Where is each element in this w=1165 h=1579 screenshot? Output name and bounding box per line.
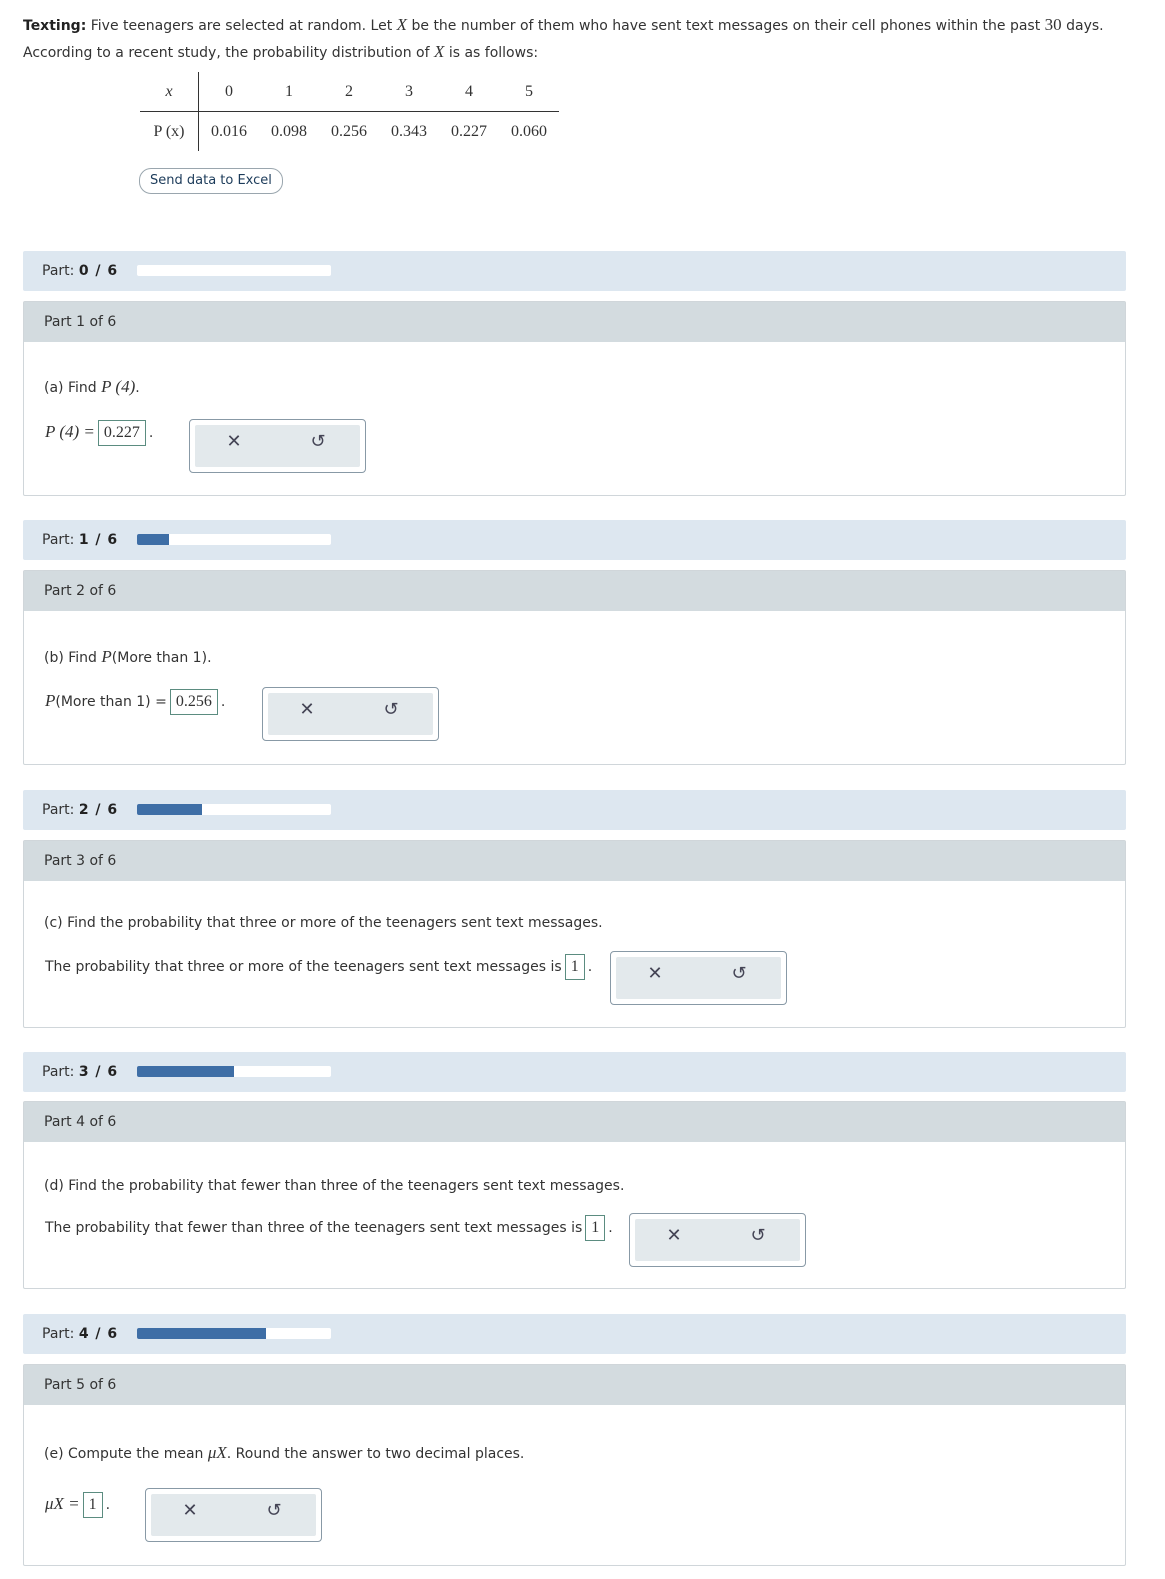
progress-fill xyxy=(137,1328,267,1339)
probability-distribution-table: x 0 1 2 3 4 5 P (x) 0.016 0.098 0.256 0.… xyxy=(140,72,559,151)
progress-value: 4 / 6 xyxy=(78,1326,119,1342)
table-row: P (x) 0.016 0.098 0.256 0.343 0.227 0.06… xyxy=(140,112,559,151)
question-c: (c) Find the probability that three or m… xyxy=(44,915,603,931)
answer-line-d: The probability that fewer than three of… xyxy=(45,1215,613,1241)
progress-value: 1 / 6 xyxy=(78,532,119,548)
progress-fill xyxy=(137,1066,234,1077)
progress-bar: Part: 3 / 6 xyxy=(23,1052,1126,1092)
close-icon[interactable]: ✕ xyxy=(647,965,663,983)
question-a: (a) Find P (4). xyxy=(44,377,140,396)
problem-statement: Texting: Five teenagers are selected at … xyxy=(23,15,1104,61)
progress-value: 0 / 6 xyxy=(78,263,119,279)
x-value: 5 xyxy=(525,82,533,100)
p-value: 0.016 xyxy=(211,122,247,140)
part-header: Part 5 of 6 xyxy=(24,1365,1125,1405)
progress-bar: Part: 4 / 6 xyxy=(23,1314,1126,1354)
p-label: P (x) xyxy=(140,112,199,151)
progress-value: 3 / 6 xyxy=(78,1064,119,1080)
x-value: 0 xyxy=(225,82,233,100)
answer-line-c: The probability that three or more of th… xyxy=(45,954,592,980)
table-header-row: x 0 1 2 3 4 5 xyxy=(140,72,559,112)
p-value: 0.060 xyxy=(511,122,547,140)
part-header: Part 3 of 6 xyxy=(24,841,1125,881)
p-value: 0.098 xyxy=(271,122,307,140)
progress-track xyxy=(137,1328,331,1339)
part-2-panel: Part 2 of 6 (b) Find P(More than 1). P(M… xyxy=(23,570,1126,765)
p-value: 0.227 xyxy=(451,122,487,140)
close-icon[interactable]: ✕ xyxy=(299,701,315,719)
answer-controls: ✕ ↺ xyxy=(262,687,439,741)
x-value: 3 xyxy=(405,82,413,100)
progress-track xyxy=(137,265,331,276)
progress-fill xyxy=(137,804,202,815)
progress-track xyxy=(137,804,331,815)
part-1-panel: Part 1 of 6 (a) Find P (4). P (4) = 0.227… xyxy=(23,301,1126,496)
undo-icon[interactable]: ↺ xyxy=(750,1227,766,1245)
part-header: Part 1 of 6 xyxy=(24,302,1125,342)
progress-fill xyxy=(137,534,170,545)
answer-controls: ✕ ↺ xyxy=(629,1213,806,1267)
answer-box[interactable]: 0.256 xyxy=(169,689,218,715)
question-b: (b) Find P(More than 1). xyxy=(44,647,212,666)
send-to-excel-button[interactable]: Send data to Excel xyxy=(139,168,283,194)
undo-icon[interactable]: ↺ xyxy=(731,965,747,983)
close-icon[interactable]: ✕ xyxy=(182,1502,198,1520)
undo-icon[interactable]: ↺ xyxy=(310,433,326,451)
part-header: Part 4 of 6 xyxy=(24,1102,1125,1142)
close-icon[interactable]: ✕ xyxy=(666,1227,682,1245)
answer-controls: ✕ ↺ xyxy=(610,951,787,1005)
p-value: 0.256 xyxy=(331,122,367,140)
part-3-panel: Part 3 of 6 (c) Find the probability tha… xyxy=(23,840,1126,1028)
part-4-panel: Part 4 of 6 (d) Find the probability tha… xyxy=(23,1101,1126,1289)
answer-controls: ✕ ↺ xyxy=(145,1488,322,1542)
p-value: 0.343 xyxy=(391,122,427,140)
progress-bar: Part: 0 / 6 xyxy=(23,251,1126,291)
x-value: 4 xyxy=(465,82,473,100)
answer-line-b: P(More than 1) = 0.256. xyxy=(45,689,225,715)
close-icon[interactable]: ✕ xyxy=(226,433,242,451)
question-e: (e) Compute the mean μX. Round the answe… xyxy=(44,1443,525,1462)
x-label: x xyxy=(140,72,199,111)
progress-track xyxy=(137,1066,331,1077)
undo-icon[interactable]: ↺ xyxy=(266,1502,282,1520)
progress-track xyxy=(137,534,331,545)
part-5-panel: Part 5 of 6 (e) Compute the mean μX. Rou… xyxy=(23,1364,1126,1566)
answer-controls: ✕ ↺ xyxy=(189,419,366,473)
problem-label: Texting: xyxy=(23,18,87,34)
answer-box[interactable]: 1 xyxy=(564,954,585,980)
progress-bar: Part: 1 / 6 xyxy=(23,520,1126,560)
answer-box[interactable]: 0.227 xyxy=(97,420,146,446)
answer-box[interactable]: 1 xyxy=(585,1215,606,1241)
x-value: 1 xyxy=(285,82,293,100)
answer-box[interactable]: 1 xyxy=(82,1492,103,1518)
answer-line-e: μX = 1. xyxy=(45,1492,110,1518)
undo-icon[interactable]: ↺ xyxy=(383,701,399,719)
progress-bar: Part: 2 / 6 xyxy=(23,790,1126,830)
x-value: 2 xyxy=(345,82,353,100)
question-d: (d) Find the probability that fewer than… xyxy=(44,1178,625,1194)
answer-line-a: P (4) = 0.227. xyxy=(45,420,153,446)
progress-value: 2 / 6 xyxy=(78,802,119,818)
part-header: Part 2 of 6 xyxy=(24,571,1125,611)
